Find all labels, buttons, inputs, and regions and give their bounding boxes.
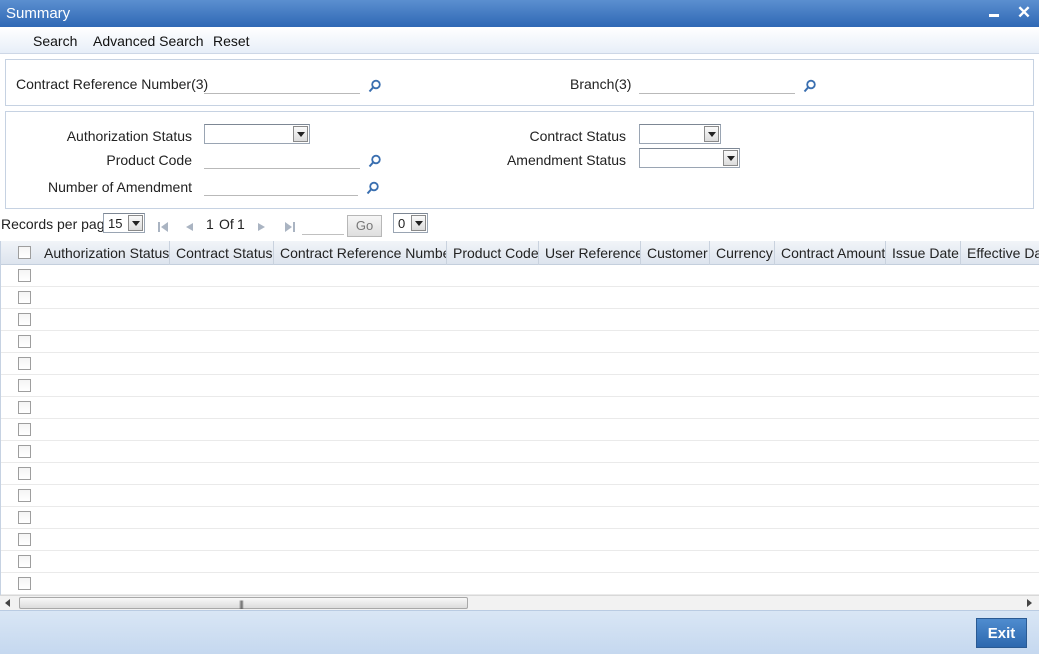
goto-page-input[interactable] bbox=[302, 219, 344, 235]
amendment-status-label: Amendment Status bbox=[506, 152, 626, 168]
dropdown-arrow-icon[interactable] bbox=[411, 215, 426, 231]
search-menu[interactable]: Search bbox=[33, 33, 77, 49]
branch-label: Branch(3) bbox=[570, 76, 632, 92]
contract-reference-number-label: Contract Reference Number(3) bbox=[16, 76, 209, 92]
search-lov-icon[interactable] bbox=[368, 79, 382, 93]
column-header[interactable]: Currency bbox=[710, 241, 775, 265]
contract-status-label: Contract Status bbox=[529, 128, 627, 144]
amendment-status-select[interactable] bbox=[639, 148, 740, 168]
last-page-icon[interactable] bbox=[284, 221, 296, 233]
horizontal-scrollbar[interactable]: ||| bbox=[0, 595, 1039, 610]
table-row[interactable] bbox=[1, 463, 1039, 485]
table-row[interactable] bbox=[1, 265, 1039, 287]
total-pages: 1 bbox=[237, 216, 245, 232]
branch-input[interactable] bbox=[639, 74, 795, 94]
table-row[interactable] bbox=[1, 551, 1039, 573]
dropdown-arrow-icon[interactable] bbox=[128, 215, 143, 231]
column-header[interactable]: Contract Reference Number bbox=[274, 241, 447, 265]
row-checkbox[interactable] bbox=[18, 467, 31, 480]
scroll-right-icon[interactable] bbox=[1027, 599, 1032, 607]
contract-reference-number-input[interactable] bbox=[204, 74, 360, 94]
table-row[interactable] bbox=[1, 331, 1039, 353]
contract-status-select[interactable] bbox=[639, 124, 721, 144]
column-header[interactable]: Contract Status bbox=[170, 241, 274, 265]
filter-panel: Authorization Status Contract Status Pro… bbox=[5, 111, 1034, 209]
column-header[interactable]: Customer bbox=[641, 241, 710, 265]
query-panel: Contract Reference Number(3) Branch(3) bbox=[5, 59, 1034, 106]
search-lov-icon[interactable] bbox=[366, 181, 380, 195]
footer-bar: Exit bbox=[0, 610, 1039, 654]
scrollbar-thumb[interactable]: ||| bbox=[19, 597, 468, 609]
column-header[interactable]: Effective Date bbox=[961, 241, 1039, 265]
column-header[interactable]: Contract Amount bbox=[775, 241, 886, 265]
table-row[interactable] bbox=[1, 375, 1039, 397]
row-checkbox[interactable] bbox=[18, 401, 31, 414]
column-header[interactable]: Product Code bbox=[447, 241, 539, 265]
scroll-left-icon[interactable] bbox=[5, 599, 10, 607]
row-checkbox[interactable] bbox=[18, 555, 31, 568]
row-checkbox[interactable] bbox=[18, 269, 31, 282]
results-grid: Authorization Status Contract Status Con… bbox=[0, 241, 1039, 595]
minimize-icon[interactable] bbox=[985, 4, 1003, 22]
table-row[interactable] bbox=[1, 529, 1039, 551]
authorization-status-select[interactable] bbox=[204, 124, 310, 144]
column-header[interactable]: Authorization Status bbox=[38, 241, 170, 265]
row-checkbox[interactable] bbox=[18, 489, 31, 502]
page-number-value: 0 bbox=[398, 216, 406, 231]
select-all-checkbox[interactable] bbox=[18, 246, 31, 259]
records-per-page-value: 15 bbox=[108, 216, 123, 231]
current-page: 1 bbox=[206, 216, 214, 232]
table-row[interactable] bbox=[1, 441, 1039, 463]
authorization-status-label: Authorization Status bbox=[66, 128, 192, 144]
product-code-label: Product Code bbox=[106, 152, 192, 168]
first-page-icon[interactable] bbox=[157, 221, 169, 233]
row-checkbox[interactable] bbox=[18, 577, 31, 590]
page-number-select[interactable]: 0 bbox=[393, 213, 428, 233]
reset-menu[interactable]: Reset bbox=[213, 33, 250, 49]
table-row[interactable] bbox=[1, 287, 1039, 309]
records-per-page-select[interactable]: 15 bbox=[103, 213, 145, 233]
next-page-icon[interactable] bbox=[256, 221, 268, 233]
table-row[interactable] bbox=[1, 309, 1039, 331]
table-row[interactable] bbox=[1, 397, 1039, 419]
window-title-bar: Summary ✕ bbox=[0, 0, 1039, 27]
row-checkbox[interactable] bbox=[18, 423, 31, 436]
pagination-bar: Records per page 15 1 Of 1 Go 0 bbox=[0, 211, 1039, 239]
product-code-input[interactable] bbox=[204, 149, 360, 169]
close-icon[interactable]: ✕ bbox=[1015, 4, 1033, 22]
number-of-amendment-input[interactable] bbox=[204, 176, 358, 196]
row-checkbox[interactable] bbox=[18, 533, 31, 546]
go-button[interactable]: Go bbox=[347, 215, 382, 237]
dropdown-arrow-icon[interactable] bbox=[704, 126, 719, 142]
row-checkbox[interactable] bbox=[18, 511, 31, 524]
search-lov-icon[interactable] bbox=[368, 154, 382, 168]
search-lov-icon[interactable] bbox=[803, 79, 817, 93]
row-checkbox[interactable] bbox=[18, 357, 31, 370]
dropdown-arrow-icon[interactable] bbox=[293, 126, 308, 142]
previous-page-icon[interactable] bbox=[183, 221, 195, 233]
row-checkbox[interactable] bbox=[18, 335, 31, 348]
window-title: Summary bbox=[6, 5, 71, 22]
grid-header: Authorization Status Contract Status Con… bbox=[1, 241, 1039, 265]
menu-bar: Search Advanced Search Reset bbox=[0, 27, 1039, 54]
row-checkbox[interactable] bbox=[18, 379, 31, 392]
column-header[interactable]: Issue Date bbox=[886, 241, 961, 265]
table-row[interactable] bbox=[1, 419, 1039, 441]
table-row[interactable] bbox=[1, 573, 1039, 595]
records-per-page-label: Records per page bbox=[1, 216, 113, 232]
table-row[interactable] bbox=[1, 507, 1039, 529]
row-checkbox[interactable] bbox=[18, 291, 31, 304]
scrollbar-grip-icon: ||| bbox=[239, 599, 244, 609]
dropdown-arrow-icon[interactable] bbox=[723, 150, 738, 166]
advanced-search-menu[interactable]: Advanced Search bbox=[93, 33, 204, 49]
row-checkbox[interactable] bbox=[18, 313, 31, 326]
exit-button[interactable]: Exit bbox=[976, 618, 1027, 648]
table-row[interactable] bbox=[1, 485, 1039, 507]
of-label: Of bbox=[219, 216, 234, 232]
number-of-amendment-label: Number of Amendment bbox=[48, 179, 192, 195]
table-row[interactable] bbox=[1, 353, 1039, 375]
column-header[interactable]: User Reference bbox=[539, 241, 641, 265]
row-checkbox[interactable] bbox=[18, 445, 31, 458]
